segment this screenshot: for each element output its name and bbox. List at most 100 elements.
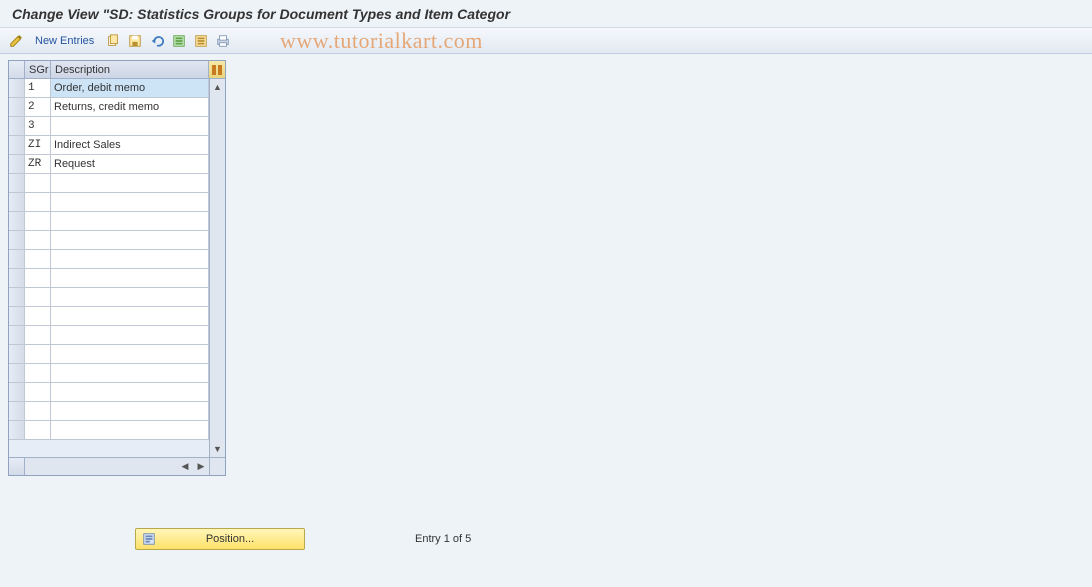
cell-description[interactable]	[51, 174, 209, 193]
cell-description[interactable]	[51, 307, 209, 326]
footer-area: Position... Entry 1 of 5	[135, 528, 471, 550]
cell-description[interactable]	[51, 269, 209, 288]
row-selector[interactable]	[9, 174, 25, 193]
position-button[interactable]: Position...	[135, 528, 305, 550]
row-selector[interactable]	[9, 155, 25, 174]
cell-sgr[interactable]: 2	[25, 98, 51, 117]
table-row	[9, 288, 209, 307]
cell-sgr[interactable]	[25, 421, 51, 440]
cell-description[interactable]	[51, 383, 209, 402]
scroll-up-icon[interactable]: ▲	[210, 79, 225, 95]
cell-description[interactable]	[51, 421, 209, 440]
cell-sgr[interactable]	[25, 364, 51, 383]
table-row	[9, 345, 209, 364]
row-selector[interactable]	[9, 383, 25, 402]
cell-sgr[interactable]	[25, 402, 51, 421]
table-header: SGr Description	[9, 61, 225, 79]
cell-sgr[interactable]: 3	[25, 117, 51, 136]
cell-sgr[interactable]: ZR	[25, 155, 51, 174]
cell-description[interactable]	[51, 250, 209, 269]
column-header-sgr[interactable]: SGr	[25, 61, 51, 78]
table-row	[9, 231, 209, 250]
row-selector[interactable]	[9, 307, 25, 326]
new-entries-button[interactable]: New Entries	[28, 31, 101, 51]
table-row	[9, 212, 209, 231]
row-selector[interactable]	[9, 288, 25, 307]
cell-description[interactable]: Request	[51, 155, 209, 174]
select-all-rows-corner[interactable]	[9, 61, 25, 78]
table-row	[9, 383, 209, 402]
cell-sgr[interactable]	[25, 307, 51, 326]
table-row	[9, 421, 209, 440]
cell-description[interactable]	[51, 212, 209, 231]
cell-sgr[interactable]	[25, 193, 51, 212]
row-selector[interactable]	[9, 136, 25, 155]
row-selector[interactable]	[9, 231, 25, 250]
table-row	[9, 364, 209, 383]
title-bar: Change View "SD: Statistics Groups for D…	[0, 0, 1092, 28]
cell-description[interactable]	[51, 288, 209, 307]
vertical-scrollbar[interactable]: ▲ ▼	[209, 79, 225, 457]
undo-icon[interactable]	[147, 31, 167, 51]
table-row	[9, 250, 209, 269]
cell-sgr[interactable]	[25, 250, 51, 269]
cell-sgr[interactable]: 1	[25, 79, 51, 98]
cell-sgr[interactable]	[25, 326, 51, 345]
select-all-icon[interactable]	[169, 31, 189, 51]
save-icon[interactable]	[125, 31, 145, 51]
cell-sgr[interactable]	[25, 269, 51, 288]
column-header-description[interactable]: Description	[51, 61, 209, 78]
cell-sgr[interactable]	[25, 212, 51, 231]
row-selector[interactable]	[9, 326, 25, 345]
position-button-label: Position...	[162, 533, 298, 545]
cell-description[interactable]	[51, 117, 209, 136]
cell-description[interactable]	[51, 326, 209, 345]
cell-description[interactable]	[51, 364, 209, 383]
entry-counter: Entry 1 of 5	[415, 533, 471, 545]
row-selector[interactable]	[9, 250, 25, 269]
scroll-down-icon[interactable]: ▼	[210, 441, 225, 457]
cell-description[interactable]	[51, 402, 209, 421]
row-selector[interactable]	[9, 269, 25, 288]
scroll-left-icon[interactable]: ◀	[177, 458, 193, 475]
table-row	[9, 402, 209, 421]
page-title: Change View "SD: Statistics Groups for D…	[12, 6, 510, 22]
row-selector[interactable]	[9, 212, 25, 231]
row-selector[interactable]	[9, 364, 25, 383]
toggle-display-change-icon[interactable]	[6, 31, 26, 51]
cell-description[interactable]	[51, 345, 209, 364]
cell-sgr[interactable]	[25, 231, 51, 250]
print-icon[interactable]	[213, 31, 233, 51]
row-selector[interactable]	[9, 98, 25, 117]
table-row: 3	[9, 117, 209, 136]
cell-sgr[interactable]	[25, 174, 51, 193]
row-selector[interactable]	[9, 421, 25, 440]
row-selector[interactable]	[9, 402, 25, 421]
table-row: 1Order, debit memo	[9, 79, 209, 98]
row-selector[interactable]	[9, 193, 25, 212]
table-row	[9, 307, 209, 326]
table-configure-icon[interactable]	[209, 61, 225, 78]
row-selector[interactable]	[9, 117, 25, 136]
cell-description[interactable]	[51, 193, 209, 212]
table-row	[9, 326, 209, 345]
cell-description[interactable]: Order, debit memo	[51, 79, 209, 98]
copy-icon[interactable]	[103, 31, 123, 51]
cell-description[interactable]: Indirect Sales	[51, 136, 209, 155]
table-viewport: SGr Description 1Order, debit memo2Retur…	[8, 60, 226, 476]
deselect-all-icon[interactable]	[191, 31, 211, 51]
table-row: ZRRequest	[9, 155, 209, 174]
cell-description[interactable]: Returns, credit memo	[51, 98, 209, 117]
table-row	[9, 269, 209, 288]
cell-sgr[interactable]	[25, 345, 51, 364]
row-selector[interactable]	[9, 345, 25, 364]
row-selector[interactable]	[9, 79, 25, 98]
horizontal-scrollbar[interactable]: ◀ ▶	[9, 457, 225, 475]
scroll-right-icon[interactable]: ▶	[193, 458, 209, 475]
table-body: 1Order, debit memo2Returns, credit memo3…	[9, 79, 225, 457]
table-row: ZIIndirect Sales	[9, 136, 209, 155]
cell-description[interactable]	[51, 231, 209, 250]
cell-sgr[interactable]	[25, 288, 51, 307]
cell-sgr[interactable]	[25, 383, 51, 402]
cell-sgr[interactable]: ZI	[25, 136, 51, 155]
